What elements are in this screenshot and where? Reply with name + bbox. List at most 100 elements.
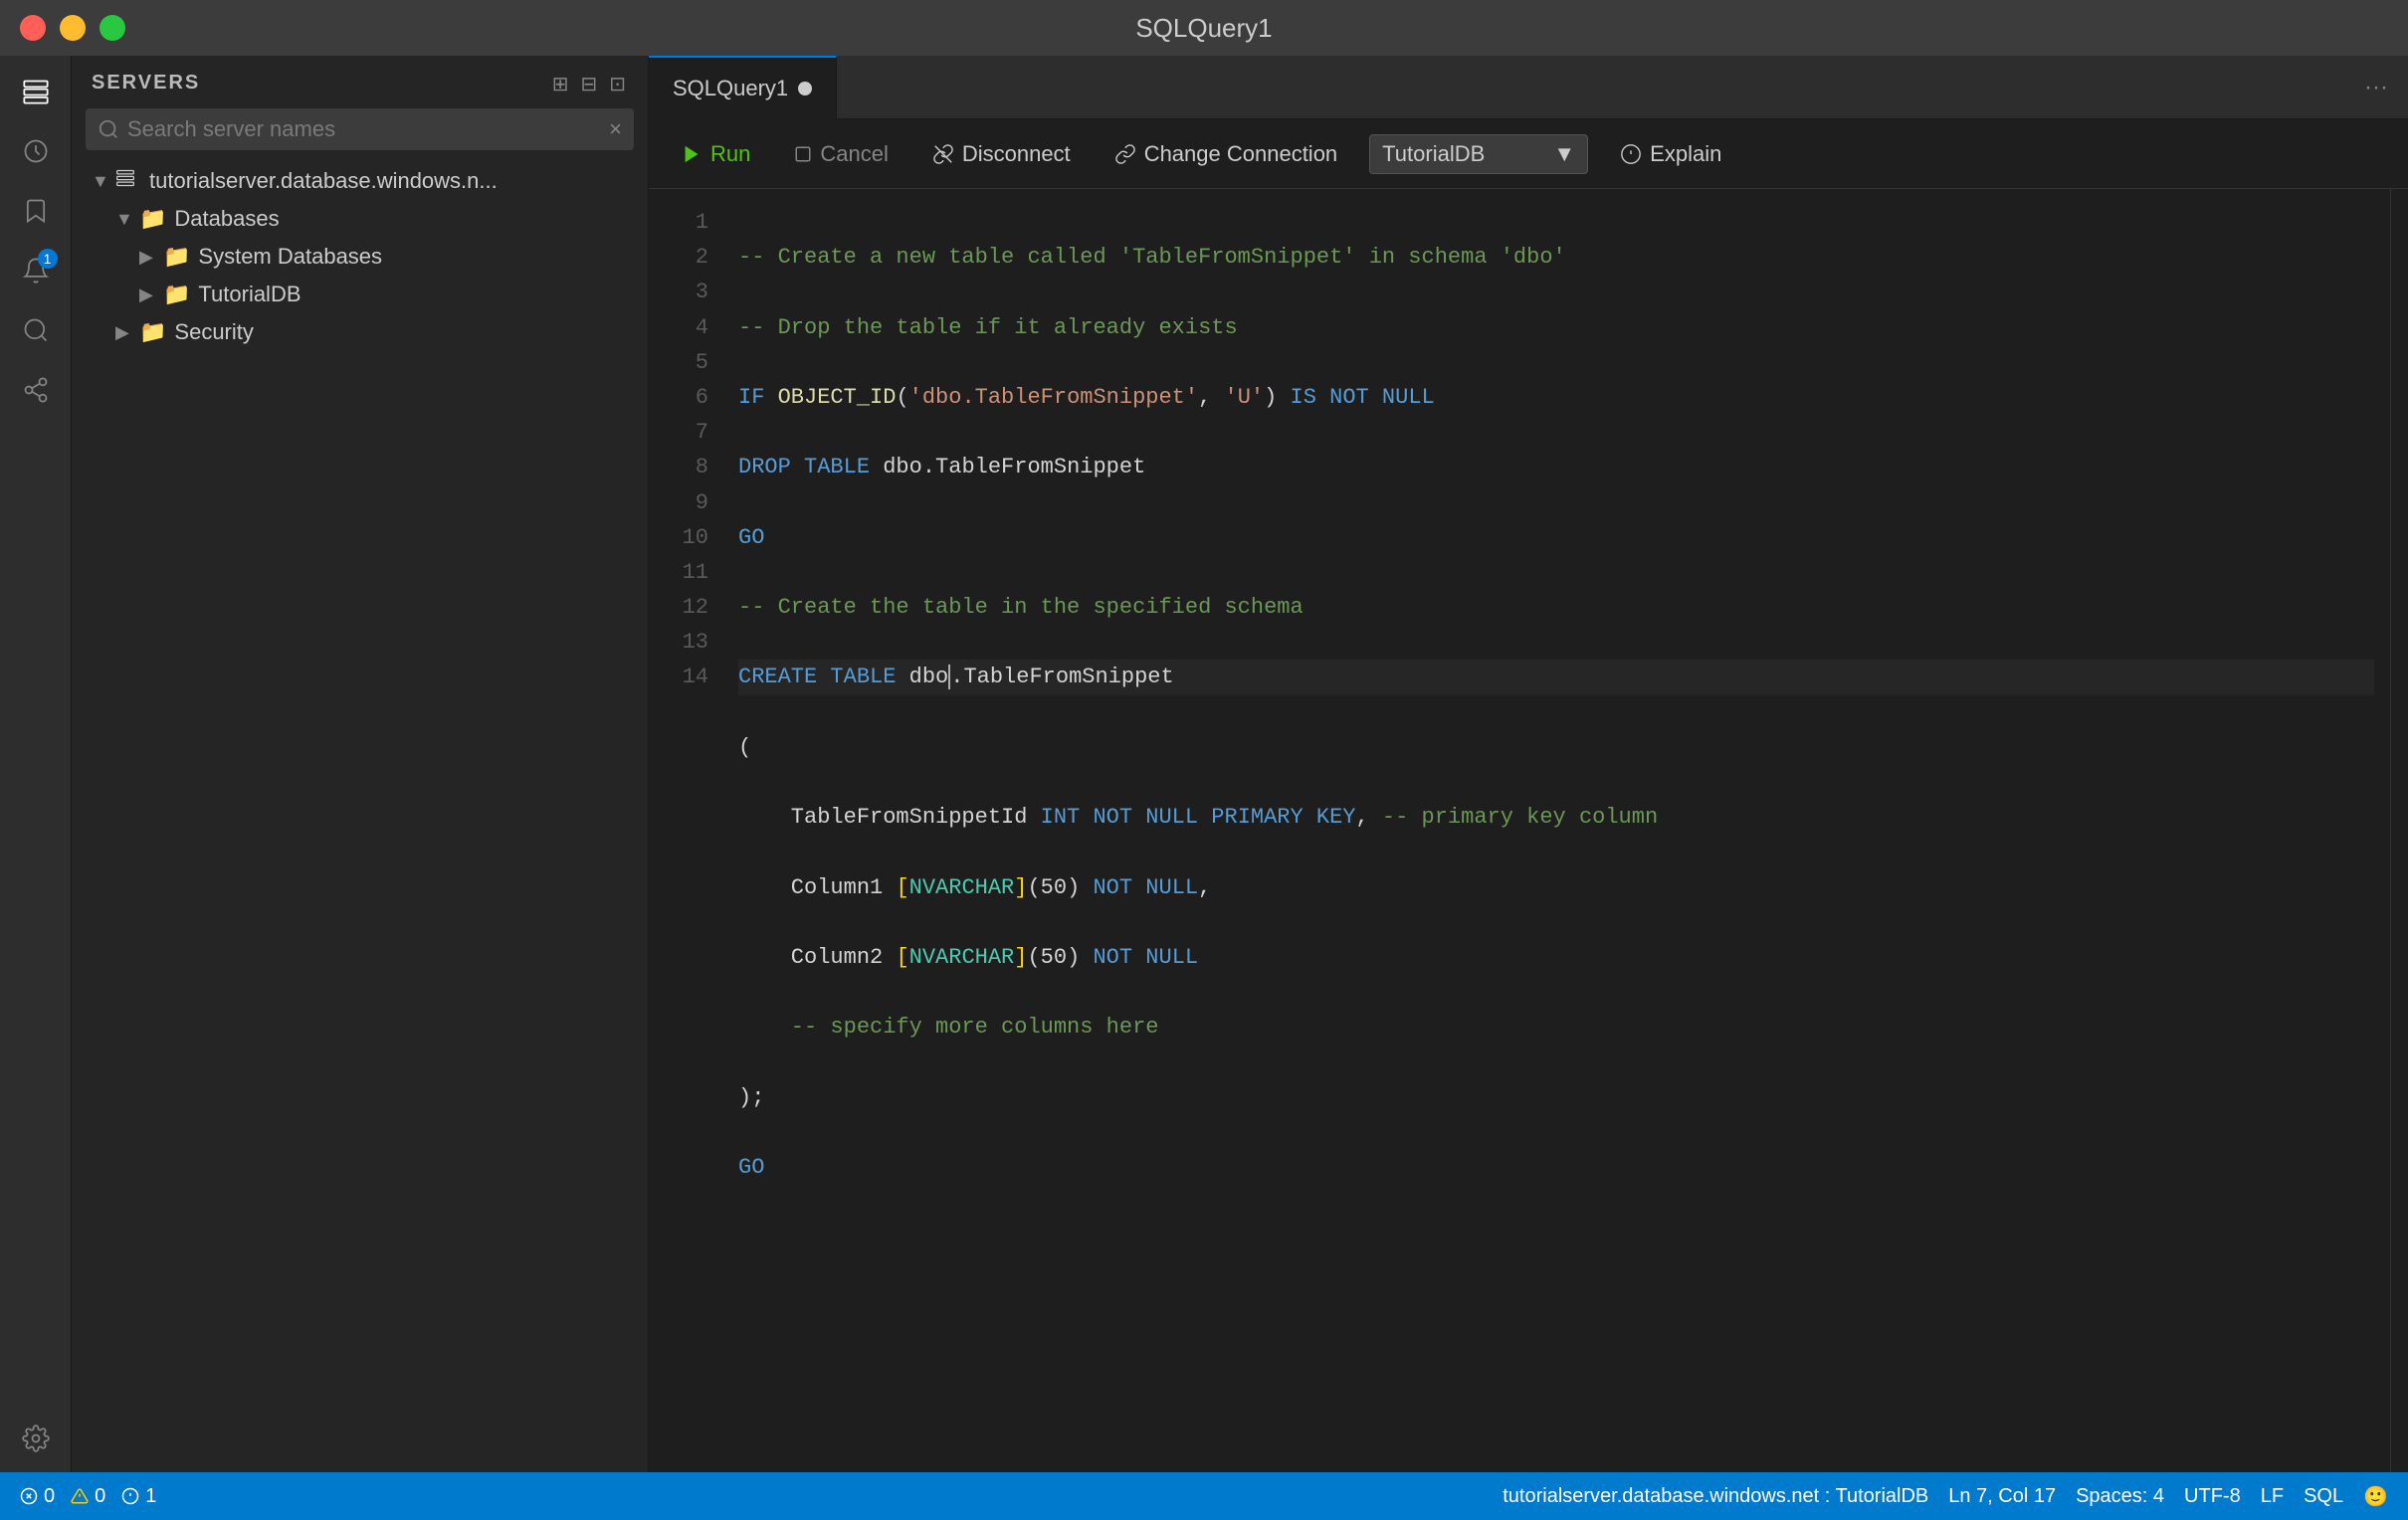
- activity-connections[interactable]: [10, 364, 62, 416]
- info-icon: [121, 1487, 139, 1505]
- server-label: tutorialserver.database.windows.n...: [149, 168, 498, 194]
- code-line-10: Column1 [NVARCHAR](50) NOT NULL,: [738, 870, 2374, 905]
- status-bar-left: 0 0 1: [20, 1485, 156, 1508]
- activity-servers[interactable]: [10, 66, 62, 117]
- warning-count: 0: [95, 1485, 105, 1508]
- status-errors[interactable]: 0: [20, 1485, 55, 1508]
- tree-arrow: ▶: [139, 247, 163, 268]
- traffic-lights: [20, 15, 125, 41]
- status-bar-right: tutorialserver.database.windows.net : Tu…: [1503, 1484, 2388, 1509]
- activity-notifications[interactable]: 1: [10, 245, 62, 296]
- tree-databases[interactable]: ▼ 📁 Databases: [72, 200, 648, 238]
- sidebar: SERVERS ⊞ ⊟ ⊡ × ▼ tuto: [72, 56, 649, 1472]
- editor-toolbar: Run Cancel Disconnect: [649, 119, 2408, 189]
- notification-badge: 1: [38, 249, 58, 269]
- tab-label: SQLQuery1: [673, 76, 788, 101]
- folder-icon: 📁: [139, 319, 166, 345]
- cancel-button[interactable]: Cancel: [782, 135, 900, 173]
- code-line-1: -- Create a new table called 'TableFromS…: [738, 240, 2374, 275]
- minimize-button[interactable]: [60, 15, 86, 41]
- tab-modified-indicator: [798, 82, 812, 95]
- connection-dropdown[interactable]: TutorialDB ▼: [1369, 134, 1588, 174]
- settings-icon[interactable]: [10, 1421, 62, 1472]
- activity-bar: 1: [0, 56, 72, 1472]
- databases-label: Databases: [174, 206, 279, 232]
- status-server[interactable]: tutorialserver.database.windows.net : Tu…: [1503, 1485, 1928, 1508]
- error-count: 0: [44, 1485, 55, 1508]
- add-server-icon[interactable]: ⊡: [609, 72, 628, 96]
- tree-security[interactable]: ▶ 📁 Security: [72, 313, 648, 351]
- code-line-12: -- specify more columns here: [738, 1010, 2374, 1045]
- code-line-5: GO: [738, 520, 2374, 555]
- explain-button[interactable]: Explain: [1608, 135, 1733, 173]
- cancel-icon: [794, 145, 812, 163]
- search-icon: [98, 118, 119, 140]
- tree-arrow: ▶: [115, 322, 139, 343]
- status-spaces[interactable]: Spaces: 4: [2076, 1485, 2164, 1508]
- code-content[interactable]: -- Create a new table called 'TableFromS…: [728, 189, 2390, 1472]
- code-line-13: );: [738, 1080, 2374, 1115]
- status-encoding[interactable]: UTF-8: [2184, 1485, 2241, 1508]
- run-icon: [681, 143, 702, 165]
- run-button[interactable]: Run: [669, 135, 762, 173]
- new-connection-icon[interactable]: ⊞: [552, 72, 571, 96]
- tree-tutorialdb[interactable]: ▶ 📁 TutorialDB: [72, 276, 648, 313]
- activity-bookmarks[interactable]: [10, 185, 62, 237]
- title-bar: SQLQuery1: [0, 0, 2408, 56]
- code-line-3: IF OBJECT_ID('dbo.TableFromSnippet', 'U'…: [738, 380, 2374, 415]
- search-clear-button[interactable]: ×: [609, 116, 622, 142]
- code-line-11: Column2 [NVARCHAR](50) NOT NULL: [738, 940, 2374, 975]
- folder-icon: 📁: [139, 206, 166, 232]
- server-icon: [115, 168, 141, 194]
- code-line-14: GO: [738, 1150, 2374, 1185]
- scrollbar-track[interactable]: [2390, 189, 2408, 1472]
- code-line-2: -- Drop the table if it already exists: [738, 310, 2374, 345]
- sidebar-header: SERVERS ⊞ ⊟ ⊡: [72, 56, 648, 108]
- status-info[interactable]: 1: [121, 1485, 156, 1508]
- tab-bar: SQLQuery1 ···: [649, 56, 2408, 119]
- line-numbers: 1 2 3 4 5 6 7 8 9 10 11 12 13 14: [649, 189, 728, 1472]
- change-connection-button[interactable]: Change Connection: [1103, 135, 1349, 173]
- search-input[interactable]: [127, 116, 601, 142]
- status-warnings[interactable]: 0: [71, 1485, 105, 1508]
- explain-icon: [1620, 143, 1642, 165]
- server-tree: ▼ tutorialserver.database.windows.n... ▼…: [72, 162, 648, 1472]
- main-layout: 1 SERVERS: [0, 56, 2408, 1472]
- error-icon: [20, 1487, 38, 1505]
- window-title: SQLQuery1: [1135, 13, 1272, 44]
- tree-arrow: ▼: [92, 171, 115, 192]
- disconnect-button[interactable]: Disconnect: [920, 135, 1083, 173]
- status-emoji[interactable]: 🙂: [2363, 1484, 2388, 1509]
- status-language[interactable]: SQL: [2304, 1485, 2343, 1508]
- status-position[interactable]: Ln 7, Col 17: [1948, 1485, 2056, 1508]
- activity-search[interactable]: [10, 304, 62, 356]
- maximize-button[interactable]: [100, 15, 125, 41]
- code-line-9: TableFromSnippetId INT NOT NULL PRIMARY …: [738, 800, 2374, 835]
- tutorialdb-label: TutorialDB: [198, 282, 301, 307]
- code-line-7: CREATE TABLE dbo.TableFromSnippet: [738, 660, 2374, 694]
- collapse-icon[interactable]: ⊟: [580, 72, 599, 96]
- status-bar: 0 0 1 tutorialserver.database.windows.ne…: [0, 1472, 2408, 1520]
- disconnect-icon: [932, 143, 954, 165]
- search-bar: ×: [86, 108, 634, 150]
- security-label: Security: [174, 319, 253, 345]
- warning-icon: [71, 1487, 89, 1505]
- folder-icon: 📁: [163, 282, 190, 307]
- status-line-ending[interactable]: LF: [2261, 1485, 2284, 1508]
- connection-name: TutorialDB: [1382, 141, 1485, 167]
- editor-area: SQLQuery1 ··· Run Cancel: [649, 56, 2408, 1472]
- system-databases-label: System Databases: [198, 244, 382, 270]
- tree-system-databases[interactable]: ▶ 📁 System Databases: [72, 238, 648, 276]
- tree-arrow: ▶: [139, 285, 163, 305]
- code-editor[interactable]: 1 2 3 4 5 6 7 8 9 10 11 12 13 14 -- Crea…: [649, 189, 2408, 1472]
- code-line-6: -- Create the table in the specified sch…: [738, 590, 2374, 625]
- chevron-down-icon: ▼: [1553, 141, 1575, 167]
- tab-sqlquery1[interactable]: SQLQuery1: [649, 56, 837, 119]
- tab-more-button[interactable]: ···: [2344, 74, 2408, 101]
- tree-arrow: ▼: [115, 209, 139, 230]
- tree-server[interactable]: ▼ tutorialserver.database.windows.n...: [72, 162, 648, 200]
- info-count: 1: [145, 1485, 156, 1508]
- activity-history[interactable]: [10, 125, 62, 177]
- close-button[interactable]: [20, 15, 46, 41]
- folder-icon: 📁: [163, 244, 190, 270]
